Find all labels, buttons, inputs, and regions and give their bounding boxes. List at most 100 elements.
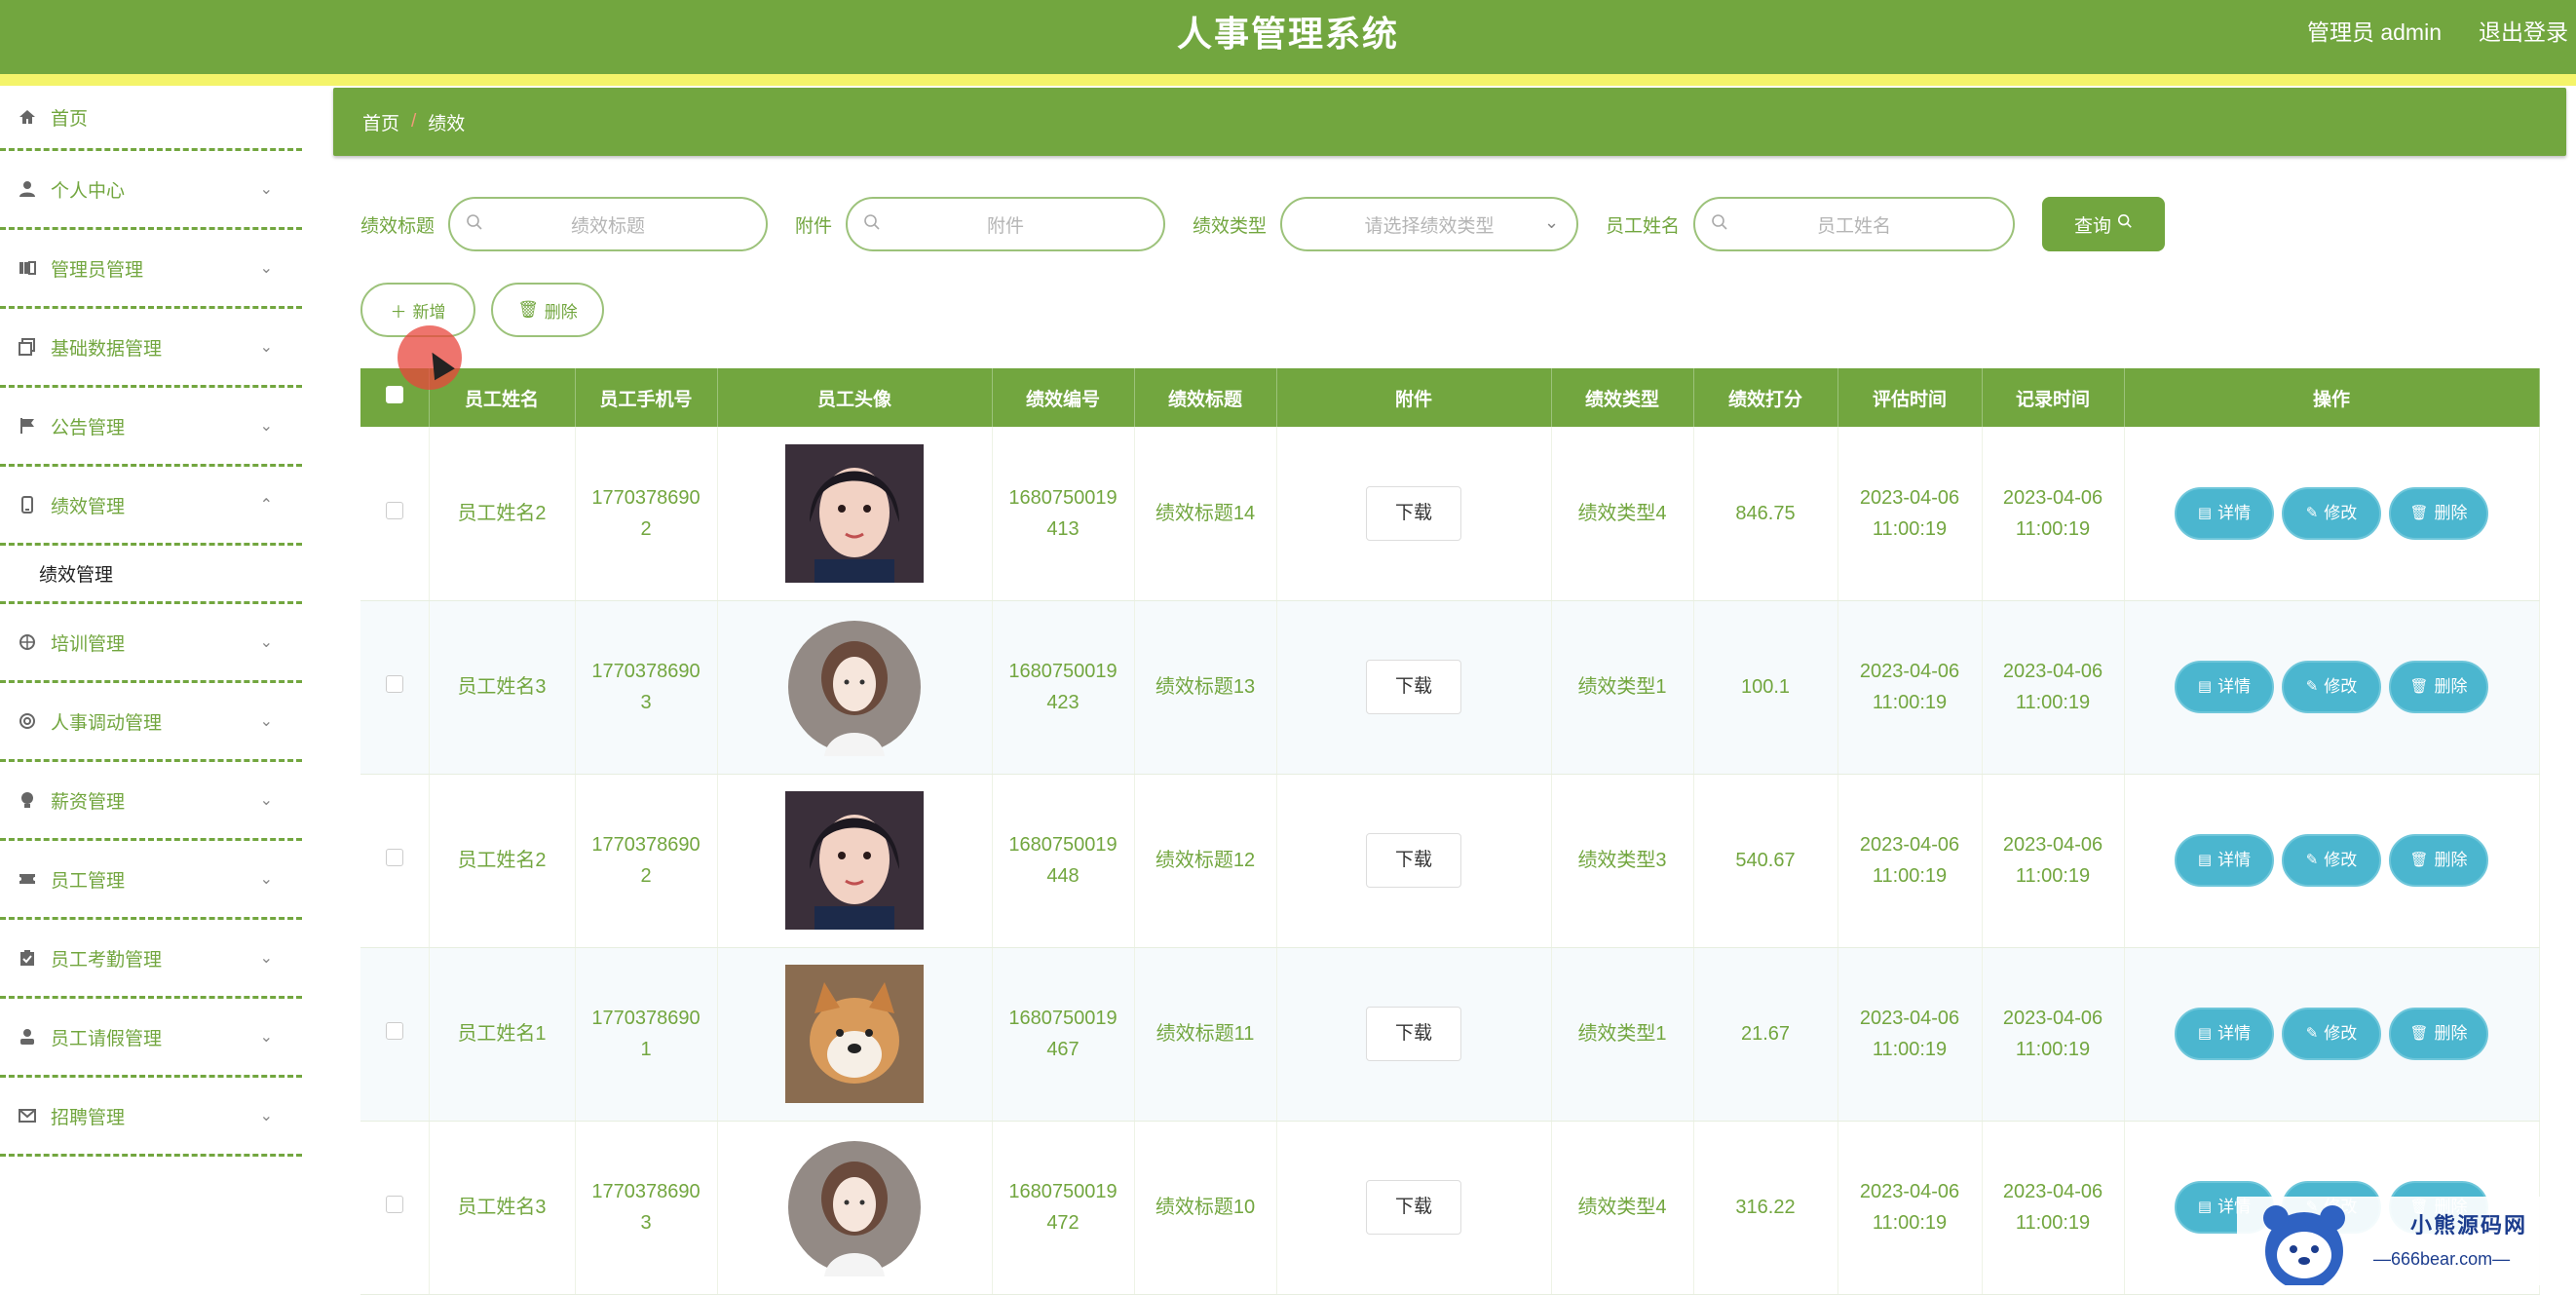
- detail-button[interactable]: ▤ 详情: [2175, 1008, 2274, 1060]
- detail-button[interactable]: ▤ 详情: [2175, 834, 2274, 887]
- chevron-down-icon: ⌄: [259, 1108, 273, 1124]
- file-search-input[interactable]: 附件: [846, 197, 1166, 251]
- performance-score: 540.67: [1693, 774, 1838, 948]
- table-row: 员工姓名3 1770378690 3 1680750019 472 绩效标题10 下载 绩效类…: [360, 1121, 2540, 1295]
- time-part: 11:00:19: [2015, 517, 2091, 540]
- sidebar-item-salary[interactable]: 薪资管理 ⌄: [0, 762, 302, 841]
- date-part: 2023-04-06: [2002, 1008, 2103, 1029]
- bulb-icon: [18, 790, 37, 810]
- trash-icon: 🗑: [2409, 1025, 2429, 1042]
- document-icon: ▤: [2197, 1025, 2213, 1042]
- delete-label: 删除: [544, 302, 578, 322]
- pencil-icon: ✎: [2305, 504, 2319, 521]
- time-part: 11:00:19: [1872, 865, 1948, 887]
- download-button[interactable]: 下载: [1366, 1180, 1461, 1235]
- employee-avatar: [785, 443, 924, 583]
- row-checkbox[interactable]: [360, 600, 430, 775]
- title-search-placeholder: 绩效标题: [571, 215, 646, 237]
- sidebar-item-notice[interactable]: 公告管理 ⌄: [0, 388, 302, 467]
- download-button[interactable]: 下载: [1366, 485, 1461, 541]
- edit-button[interactable]: ✎ 修改: [2282, 834, 2381, 887]
- delete-button[interactable]: 🗑 删除: [2389, 661, 2488, 713]
- trash-icon: 🗑: [2409, 852, 2429, 868]
- trash-icon: 🗑: [2409, 504, 2429, 521]
- trash-icon: 🗑: [2409, 678, 2429, 695]
- name-search-input[interactable]: 员工姓名: [1693, 197, 2016, 251]
- sidebar-item-recruit[interactable]: 招聘管理 ⌄: [0, 1078, 302, 1157]
- employee-avatar: [788, 621, 921, 756]
- batch-delete-button[interactable]: 🗑 删除: [491, 283, 604, 337]
- sidebar-item-leave[interactable]: 员工请假管理 ⌄: [0, 999, 302, 1078]
- app-title: 人事管理系统: [1176, 14, 1399, 54]
- performance-no: 1680750019 448: [992, 774, 1135, 948]
- detail-label: 详情: [2217, 851, 2252, 869]
- date-part: 2023-04-06: [1859, 486, 1960, 509]
- sidebar-item-admin[interactable]: 管理员管理 ⌄: [0, 230, 302, 309]
- detail-button[interactable]: ▤ 详情: [2175, 486, 2274, 540]
- pencil-icon: ✎: [2305, 1025, 2319, 1042]
- search-icon: [863, 213, 881, 236]
- document-icon: ▤: [2197, 852, 2213, 868]
- sidebar-item-home[interactable]: 首页: [0, 86, 302, 151]
- performance-table: 员工姓名 员工手机号 员工头像 绩效编号 绩效标题 附件 绩效类型 绩效打分 评…: [360, 368, 2540, 1295]
- phone-part: 2: [640, 517, 652, 540]
- name-search-placeholder: 员工姓名: [1817, 215, 1892, 237]
- sidebar-item-label: 培训管理: [51, 633, 126, 655]
- sidebar-item-label: 人事调动管理: [51, 712, 163, 734]
- document-icon: ▤: [2197, 504, 2213, 521]
- file-filter-label: 附件: [795, 215, 833, 237]
- user-icon: [18, 1027, 37, 1047]
- logout-link[interactable]: 退出登录: [2479, 14, 2568, 47]
- document-icon: ▤: [2197, 1199, 2213, 1215]
- delete-button[interactable]: 🗑 删除: [2389, 486, 2488, 540]
- performance-no: 1680750019 467: [992, 947, 1135, 1122]
- performance-no: 1680750019 472: [992, 1121, 1135, 1295]
- sidebar-item-training[interactable]: 培训管理 ⌄: [0, 604, 302, 683]
- detail-button[interactable]: ▤ 详情: [2175, 661, 2274, 713]
- download-button[interactable]: 下载: [1366, 660, 1461, 714]
- performance-score: 316.22: [1693, 1121, 1838, 1295]
- detail-label: 详情: [2217, 677, 2252, 696]
- row-checkbox[interactable]: [360, 774, 430, 948]
- edit-label: 修改: [2324, 677, 2358, 696]
- detail-label: 详情: [2217, 503, 2252, 522]
- delete-button[interactable]: 🗑 删除: [2389, 1008, 2488, 1060]
- sidebar-item-transfer[interactable]: 人事调动管理 ⌄: [0, 683, 302, 762]
- performance-score: 100.1: [1693, 600, 1838, 775]
- performance-type: 绩效类型4: [1551, 427, 1694, 601]
- breadcrumb-home[interactable]: 首页: [362, 109, 399, 135]
- col-header: 记录时间: [1982, 368, 2125, 427]
- date-part: 2023-04-06: [1859, 661, 1960, 682]
- type-select[interactable]: 请选择绩效类型 ⌄: [1280, 197, 1579, 251]
- no-part: 1680750019: [1008, 1181, 1118, 1202]
- edit-button[interactable]: ✎ 修改: [2282, 486, 2381, 540]
- sidebar-item-employee[interactable]: 员工管理 ⌄: [0, 841, 302, 920]
- employee-avatar: [785, 791, 924, 930]
- col-header: 绩效编号: [992, 368, 1135, 427]
- search-icon: [1711, 213, 1728, 236]
- no-part: 467: [1046, 1039, 1080, 1060]
- download-button[interactable]: 下载: [1366, 833, 1461, 888]
- delete-button[interactable]: 🗑 删除: [2389, 834, 2488, 887]
- sidebar-item-attendance[interactable]: 员工考勤管理 ⌄: [0, 920, 302, 999]
- title-search-input[interactable]: 绩效标题: [448, 197, 769, 251]
- edit-button[interactable]: ✎ 修改: [2282, 661, 2381, 713]
- phone-part: 1770378690: [591, 661, 701, 682]
- row-checkbox[interactable]: [360, 947, 430, 1122]
- performance-title: 绩效标题14: [1134, 427, 1277, 601]
- operations-cell: ▤详情 ✎ 修改 🗑 删除: [2124, 947, 2540, 1122]
- edit-button[interactable]: ✎ 修改: [2282, 1008, 2381, 1060]
- download-button[interactable]: 下载: [1366, 1007, 1461, 1061]
- row-checkbox[interactable]: [360, 1121, 430, 1295]
- sidebar-item-personal-center[interactable]: 个人中心 ⌄: [0, 151, 302, 230]
- sidebar-item-performance[interactable]: 绩效管理 ⌃: [0, 467, 302, 546]
- performance-score: 846.75: [1693, 427, 1838, 601]
- row-checkbox[interactable]: [360, 427, 430, 601]
- sidebar-item-basic-data[interactable]: 基础数据管理 ⌄: [0, 309, 302, 388]
- sidebar-subitem-performance[interactable]: 绩效管理: [0, 546, 302, 604]
- query-button[interactable]: 查询: [2042, 197, 2166, 251]
- sidebar-item-label: 员工考勤管理: [51, 949, 163, 971]
- sidebar-item-label: 员工请假管理: [51, 1028, 163, 1049]
- employee-phone: 1770378690 3: [575, 1121, 718, 1295]
- clipboard-icon: [18, 948, 37, 968]
